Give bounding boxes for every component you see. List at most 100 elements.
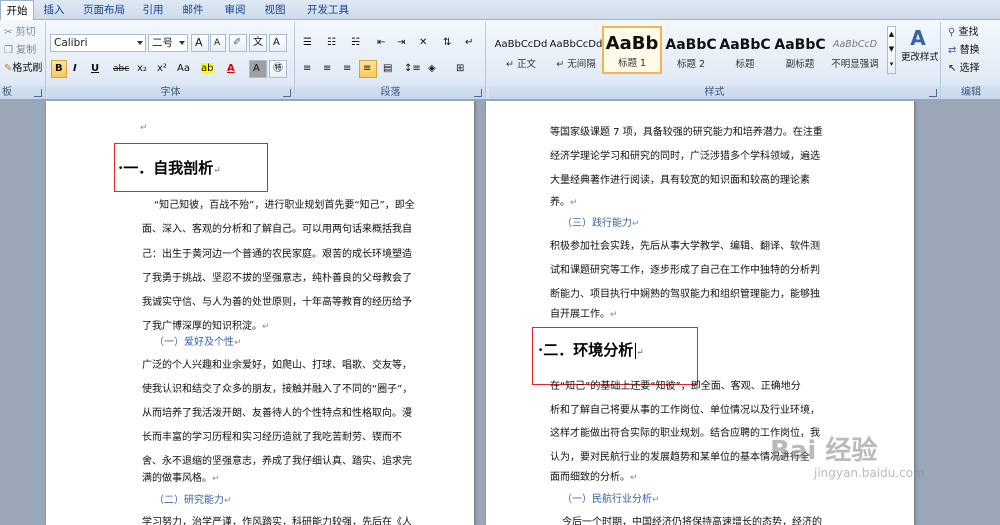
subheading-hobbies[interactable]: （一）爱好及个性↵ bbox=[154, 333, 242, 348]
align-center-button[interactable]: ≡ bbox=[319, 60, 337, 78]
paragraph-dialog-launcher-icon[interactable] bbox=[474, 89, 482, 97]
enclose-characters-button[interactable]: ㊕ bbox=[269, 60, 287, 78]
body-line[interactable]: 断能力、项目执行中娴熟的驾驭能力和组织管理能力，能够独 bbox=[550, 285, 820, 300]
font-dialog-launcher-icon[interactable] bbox=[283, 89, 291, 97]
body-line[interactable]: 面而细致的分析。↵ bbox=[550, 468, 638, 483]
subheading-text: （一）民航行业分析 bbox=[562, 494, 652, 505]
body-text: 满的做事风格。 bbox=[142, 473, 212, 484]
body-line[interactable]: 从而培养了我活泼开朗、友善待人的个性特点和性格取向。漫 bbox=[142, 404, 412, 419]
tab-page-layout[interactable]: 页面布局 bbox=[80, 0, 128, 20]
style-title[interactable]: AaBbC 标题 bbox=[715, 26, 775, 74]
highlight-button[interactable]: ab bbox=[197, 60, 221, 78]
grow-font-button[interactable]: A bbox=[191, 34, 209, 52]
line-spacing-button[interactable]: ↕≡ bbox=[400, 60, 422, 78]
style-heading-2[interactable]: AaBbC 标题 2 bbox=[661, 26, 721, 74]
cut-button[interactable]: ✂ 剪切 bbox=[0, 24, 44, 42]
body-line[interactable]: 积极参加社会实践，先后从事大学教学、编辑、翻译、软件测 bbox=[550, 237, 820, 252]
change-styles-button[interactable]: A 更改样式 bbox=[897, 24, 939, 82]
font-name-dropdown[interactable]: Calibri bbox=[50, 34, 146, 52]
distributed-button[interactable]: ▤ bbox=[379, 60, 397, 78]
character-shading-button[interactable]: A bbox=[249, 60, 267, 78]
body-line[interactable]: 学习努力，治学严谨，作风踏实，科研能力较强，先后在《人 bbox=[142, 513, 412, 525]
justify-button[interactable]: ≡ bbox=[359, 60, 377, 78]
body-line[interactable]: 长而丰富的学习历程和实习经历造就了我吃苦耐劳、锲而不 bbox=[142, 428, 402, 443]
shading-button[interactable]: ◈ bbox=[424, 60, 448, 78]
multilevel-list-button[interactable]: ☵ bbox=[347, 34, 369, 52]
body-line[interactable]: 使我认识和结交了众多的朋友，接触并融入了不同的“圈子”， bbox=[142, 380, 412, 395]
body-line[interactable]: 满的做事风格。↵ bbox=[142, 469, 220, 484]
shrink-font-button[interactable]: A bbox=[210, 34, 226, 52]
underline-button[interactable]: U bbox=[87, 60, 105, 78]
body-line[interactable]: 在“知己”的基础上还要“知彼”，即全面、客观、正确地分 bbox=[550, 377, 801, 392]
superscript-button[interactable]: x² bbox=[153, 60, 171, 78]
style-normal-sample: AaBbCcDd bbox=[494, 39, 548, 50]
tab-insert[interactable]: 插入 bbox=[36, 0, 72, 20]
increase-indent-button[interactable]: ⇥ bbox=[393, 34, 411, 52]
font-color-button[interactable]: A bbox=[223, 60, 245, 78]
body-line[interactable]: “知己知彼，百战不殆”，进行职业规划首先要“知己”，即全 bbox=[154, 196, 415, 211]
tab-mailings[interactable]: 邮件 bbox=[178, 0, 208, 20]
page-left[interactable]: ↵ ·一．自我剖析↵ “知己知彼，百战不殆”，进行职业规划首先要“知己”，即全 … bbox=[46, 101, 474, 525]
phonetic-guide-button[interactable]: 文 bbox=[249, 34, 267, 52]
change-case-button[interactable]: Aa bbox=[173, 60, 195, 78]
strikethrough-button[interactable]: abc bbox=[109, 60, 131, 78]
subheading-practice[interactable]: （三）践行能力↵ bbox=[562, 214, 640, 229]
heading-environment-analysis[interactable]: ·二．环境分析 ↵ bbox=[538, 339, 644, 360]
align-left-button[interactable]: ≡ bbox=[299, 60, 317, 78]
body-line[interactable]: 广泛的个人兴趣和业余爱好，如爬山、打球、唱歌、交友等， bbox=[142, 356, 412, 371]
italic-button[interactable]: I bbox=[69, 60, 85, 78]
font-size-dropdown[interactable]: 二号 bbox=[148, 34, 188, 52]
tab-view[interactable]: 视图 bbox=[258, 0, 292, 20]
bold-button[interactable]: B bbox=[51, 60, 67, 78]
clear-formatting-button[interactable]: ✐ bbox=[229, 34, 247, 52]
sort-button[interactable]: ⇅ bbox=[439, 34, 457, 52]
format-painter-button[interactable]: ✎格式刷 bbox=[0, 60, 44, 78]
styles-gallery-scroll[interactable]: ▲ ▼ ▾ bbox=[887, 26, 896, 74]
body-line[interactable]: 养。↵ bbox=[550, 193, 578, 208]
decrease-indent-button[interactable]: ⇤ bbox=[373, 34, 391, 52]
numbering-button[interactable]: ☷ bbox=[323, 34, 345, 52]
style-subtle-emphasis[interactable]: AaBbCcD 不明显强调 bbox=[825, 26, 885, 74]
body-line[interactable]: 经济学理论学习和研究的同时，广泛涉猎多个学科领域，遍选 bbox=[550, 147, 820, 162]
tab-references[interactable]: 引用 bbox=[138, 0, 168, 20]
body-line[interactable]: 等国家级课题 7 项，具备较强的研究能力和培养潜力。在注重 bbox=[550, 123, 823, 138]
body-line[interactable]: 我诚实守信、与人为善的处世原则，十年高等教育的经历给予 bbox=[142, 293, 412, 308]
style-no-spacing[interactable]: AaBbCcDd ↵ 无间隔 bbox=[546, 26, 606, 74]
borders-button[interactable]: ⊞ bbox=[452, 60, 476, 78]
body-line[interactable]: 自开展工作。↵ bbox=[550, 305, 618, 320]
chinese-layout-button[interactable]: ✕ bbox=[415, 34, 435, 52]
body-line[interactable]: 面、深入、客观的分析和了解自己。可以用两句话来概括我自 bbox=[142, 220, 412, 235]
tab-home[interactable]: 开始 bbox=[0, 0, 34, 21]
subscript-button[interactable]: x₂ bbox=[133, 60, 151, 78]
clipboard-dialog-launcher-icon[interactable] bbox=[34, 89, 42, 97]
body-line[interactable]: 大量经典著作进行阅读，具有较宽的知识面和较高的理论素 bbox=[550, 171, 810, 186]
character-border-button[interactable]: A bbox=[269, 34, 287, 52]
styles-dialog-launcher-icon[interactable] bbox=[929, 89, 937, 97]
body-line[interactable]: 了我勇于挑战、坚忍不拔的坚强意志，纯朴善良的父母教会了 bbox=[142, 269, 412, 284]
style-subtitle[interactable]: AaBbC 副标题 bbox=[770, 26, 830, 74]
copy-button[interactable]: ❐ 复制 bbox=[0, 42, 44, 60]
style-heading-1[interactable]: AaBb 标题 1 bbox=[602, 26, 662, 74]
align-right-button[interactable]: ≡ bbox=[339, 60, 357, 78]
paragraph-mark: ↵ bbox=[213, 166, 221, 176]
heading-self-analysis[interactable]: ·一．自我剖析↵ bbox=[118, 157, 221, 178]
select-button[interactable]: ↖ 选择 bbox=[944, 60, 998, 78]
body-line[interactable]: 舍、永不退缩的坚强意志，养成了我仔细认真、踏实、追求完 bbox=[142, 452, 412, 467]
chevron-down-icon bbox=[179, 41, 185, 45]
body-line[interactable]: 了我广博深厚的知识积淀。↵ bbox=[142, 317, 270, 332]
body-line[interactable]: 今后一个时期，中国经济仍将保持高速增长的态势，经济的 bbox=[562, 513, 822, 525]
paragraph-mark: ↵ bbox=[632, 219, 640, 229]
find-button[interactable]: ⚲ 查找 bbox=[944, 24, 998, 42]
tab-review[interactable]: 审阅 bbox=[218, 0, 252, 20]
tab-developer[interactable]: 开发工具 bbox=[300, 0, 356, 20]
body-line[interactable]: 析和了解自己将要从事的工作岗位、单位情况以及行业环境， bbox=[550, 401, 820, 416]
body-line[interactable]: 试和课题研究等工作，逐步形成了自己在工作中独特的分析判 bbox=[550, 261, 820, 276]
body-line[interactable]: 己：出生于黄河边一个普通的农民家庭。艰苦的成长环境塑造 bbox=[142, 245, 412, 260]
bullets-button[interactable]: ☰ bbox=[299, 34, 321, 52]
style-normal[interactable]: AaBbCcDd ↵ 正文 bbox=[491, 26, 551, 74]
show-marks-button[interactable]: ↵ bbox=[461, 34, 479, 52]
subheading-aviation[interactable]: （一）民航行业分析↵ bbox=[562, 490, 660, 505]
paragraph-mark: ↵ bbox=[630, 473, 638, 483]
replace-button[interactable]: ⇄ 替换 bbox=[944, 42, 998, 60]
subheading-research[interactable]: （二）研究能力↵ bbox=[154, 491, 232, 506]
